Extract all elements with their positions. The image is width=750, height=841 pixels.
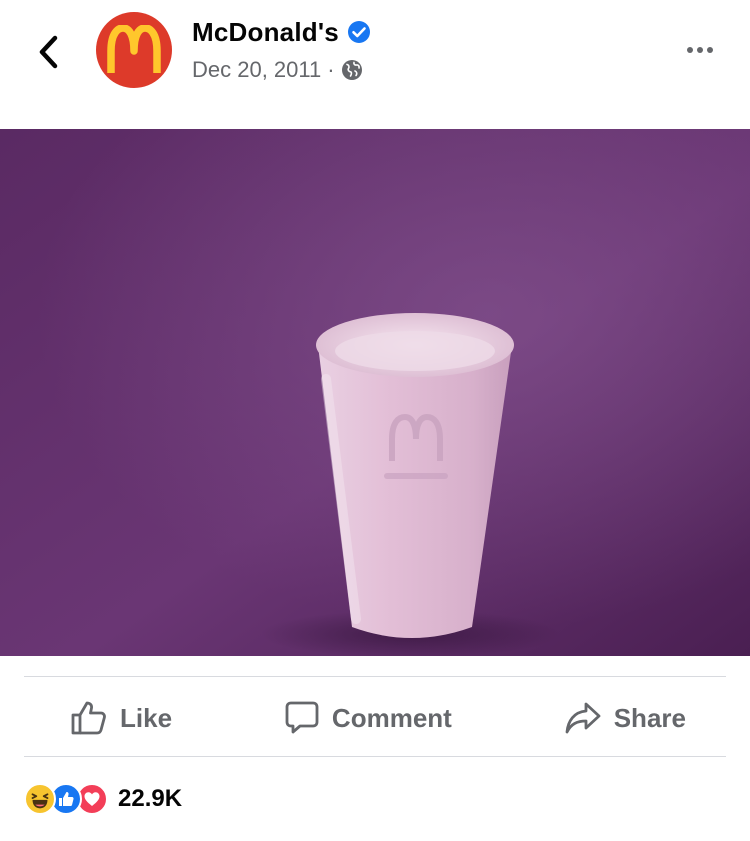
more-horizontal-icon bbox=[687, 47, 693, 53]
divider-top bbox=[24, 676, 726, 677]
share-label: Share bbox=[613, 702, 686, 733]
more-options-button[interactable] bbox=[680, 36, 720, 64]
share-button[interactable]: Share bbox=[564, 701, 686, 735]
share-arrow-icon bbox=[564, 701, 602, 735]
like-button[interactable]: Like bbox=[70, 700, 172, 736]
avatar[interactable] bbox=[96, 12, 172, 88]
comment-icon bbox=[284, 700, 320, 736]
thumbs-up-icon bbox=[70, 700, 108, 736]
globe-icon bbox=[341, 60, 362, 80]
reaction-count: 22.9K bbox=[118, 785, 183, 812]
post-meta: Dec 20, 2011 · bbox=[192, 54, 363, 86]
comment-label: Comment bbox=[331, 702, 452, 733]
meta-separator: · bbox=[327, 57, 335, 82]
post-date[interactable]: Dec 20, 2011 bbox=[192, 57, 321, 83]
reactions-summary[interactable]: 22.9K bbox=[24, 782, 182, 816]
comment-button[interactable]: Comment bbox=[284, 700, 452, 736]
page-name[interactable]: McDonald's bbox=[192, 17, 339, 48]
back-button[interactable] bbox=[30, 30, 66, 74]
haha-icon bbox=[24, 783, 56, 815]
action-bar: Like Comment Share bbox=[24, 680, 726, 756]
milkshake-photo bbox=[0, 129, 750, 656]
chevron-left-icon bbox=[39, 35, 58, 69]
verified-badge-icon bbox=[347, 21, 370, 43]
like-label: Like bbox=[120, 702, 173, 733]
post-photo[interactable] bbox=[0, 129, 750, 656]
page-name-row: McDonald's bbox=[192, 14, 371, 50]
divider-bottom bbox=[24, 756, 726, 757]
golden-arches-logo bbox=[107, 25, 161, 73]
